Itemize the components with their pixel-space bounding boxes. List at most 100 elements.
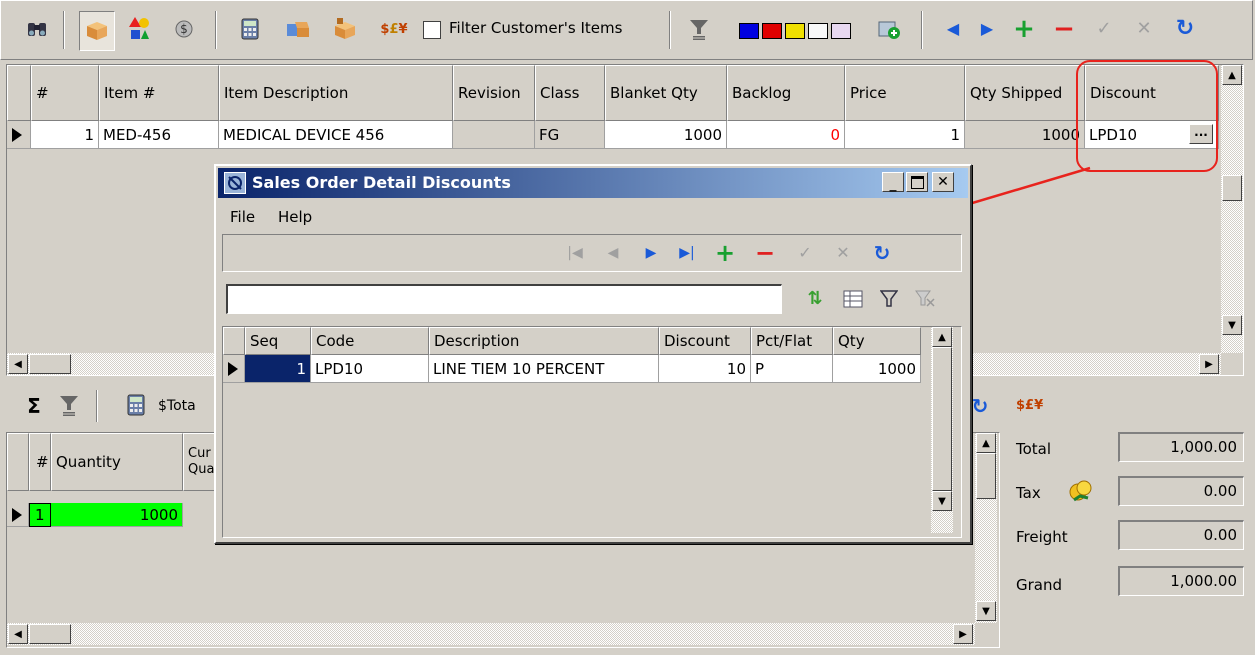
cell-description[interactable]: MEDICAL DEVICE 456 [219, 121, 453, 149]
binoculars-icon[interactable] [25, 15, 49, 43]
calculator-icon[interactable] [237, 15, 263, 43]
next-record-icon[interactable]: ▶ [639, 241, 663, 265]
tax-calc-icon[interactable] [1068, 478, 1096, 506]
scroll-up-icon[interactable]: ▲ [1222, 65, 1242, 85]
minus-icon[interactable]: − [1051, 15, 1077, 43]
release-col-quantity[interactable]: Quantity [51, 433, 183, 491]
tax-field[interactable]: 0.00 [1118, 476, 1244, 506]
freight-field[interactable]: 0.00 [1118, 520, 1244, 550]
dialog-col-pct-flat[interactable]: Pct/Flat [751, 327, 833, 355]
hscroll-thumb[interactable] [29, 354, 71, 374]
scroll-left-icon[interactable]: ◀ [8, 354, 28, 374]
scroll-right-icon[interactable]: ▶ [1199, 354, 1219, 374]
dialog-col-seq[interactable]: Seq [245, 327, 311, 355]
dialog-row-indicator[interactable] [223, 355, 245, 383]
col-header-backlog[interactable]: Backlog [727, 65, 845, 121]
add-row-icon[interactable] [875, 15, 903, 43]
dollar-icon[interactable]: $ [171, 15, 197, 43]
cell-backlog[interactable]: 0 [727, 121, 845, 149]
dialog-search-input[interactable] [226, 284, 782, 314]
release-cell-quantity[interactable]: 1000 [51, 503, 183, 527]
dialog-refresh-icon[interactable]: ↻ [869, 239, 895, 267]
sigma-icon[interactable]: Σ [22, 394, 46, 418]
grand-field[interactable]: 1,000.00 [1118, 566, 1244, 596]
dialog-cancel-icon[interactable]: ✕ [831, 241, 855, 265]
dialog-plus-icon[interactable]: + [713, 239, 737, 267]
bottom-total-label[interactable]: $Tota [158, 398, 196, 414]
release-vscroll-thumb[interactable] [976, 453, 996, 499]
release-hscrollbar[interactable] [7, 623, 975, 645]
dialog-minimize-button[interactable]: _ [882, 172, 904, 192]
release-scroll-down-icon[interactable]: ▼ [976, 601, 996, 621]
dialog-col-description[interactable]: Description [429, 327, 659, 355]
cell-qty-shipped[interactable]: 1000 [965, 121, 1085, 149]
filter-checkbox[interactable] [423, 21, 441, 39]
dialog-scroll-down-icon[interactable]: ▼ [932, 491, 952, 511]
dialog-col-code[interactable]: Code [311, 327, 429, 355]
dialog-minus-icon[interactable]: − [753, 239, 777, 267]
filter-icon[interactable] [685, 15, 713, 43]
col-header-revision[interactable]: Revision [453, 65, 535, 121]
bottom-calculator-icon[interactable] [124, 392, 148, 418]
menu-file[interactable]: File [230, 208, 255, 226]
cell-num[interactable]: 1 [31, 121, 99, 149]
dialog-cell-code[interactable]: LPD10 [311, 355, 429, 383]
release-hscroll-thumb[interactable] [29, 624, 71, 644]
col-header-price[interactable]: Price [845, 65, 965, 121]
dialog-scroll-up-icon[interactable]: ▲ [932, 327, 952, 347]
release-scroll-left-icon[interactable]: ◀ [8, 624, 28, 644]
sort-icon[interactable]: ⇅ [802, 286, 828, 312]
cell-class[interactable]: FG [535, 121, 605, 149]
first-record-icon[interactable]: |◀ [563, 241, 587, 265]
prev-icon[interactable]: ◀ [941, 17, 965, 41]
box-icon[interactable] [329, 15, 359, 43]
scroll-down-icon[interactable]: ▼ [1222, 315, 1242, 335]
plus-icon[interactable]: + [1011, 15, 1037, 43]
shapes-icon[interactable] [125, 15, 153, 43]
cart-icon[interactable] [283, 15, 313, 43]
prev-record-icon[interactable]: ◀ [601, 241, 625, 265]
clear-filter-icon[interactable] [912, 286, 938, 312]
cell-revision[interactable] [453, 121, 535, 149]
total-field[interactable]: 1,000.00 [1118, 432, 1244, 462]
release-col-num[interactable]: # [29, 433, 51, 491]
refresh-partial-icon[interactable]: ↻ [970, 394, 990, 418]
dialog-cell-description[interactable]: LINE TIEM 10 PERCENT [429, 355, 659, 383]
col-header-qty-shipped[interactable]: Qty Shipped [965, 65, 1085, 121]
currency-icon[interactable]: $ £ ¥ [375, 15, 413, 43]
dialog-close-button[interactable]: ✕ [932, 172, 954, 192]
main-grid-vscrollbar[interactable] [1221, 65, 1243, 353]
grid-view-icon[interactable] [840, 286, 866, 312]
bottom-filter-icon[interactable] [56, 392, 82, 418]
color-swatches-icon[interactable] [739, 23, 853, 39]
col-header-item[interactable]: Item # [99, 65, 219, 121]
cancel-icon[interactable]: ✕ [1131, 15, 1157, 43]
release-scroll-up-icon[interactable]: ▲ [976, 433, 996, 453]
cell-blanket-qty[interactable]: 1000 [605, 121, 727, 149]
dialog-col-discount[interactable]: Discount [659, 327, 751, 355]
release-scroll-right-icon[interactable]: ▶ [953, 624, 973, 644]
cell-item[interactable]: MED-456 [99, 121, 219, 149]
release-cell-num[interactable]: 1 [29, 503, 51, 527]
vscroll-thumb[interactable] [1222, 175, 1242, 201]
col-header-class[interactable]: Class [535, 65, 605, 121]
menu-help[interactable]: Help [278, 208, 312, 226]
cell-price[interactable]: 1 [845, 121, 965, 149]
dialog-title-bar[interactable]: Sales Order Detail Discounts _ ✕ [218, 168, 968, 198]
last-record-icon[interactable]: ▶| [675, 241, 699, 265]
row-indicator[interactable] [7, 121, 31, 149]
dialog-cell-seq[interactable]: 1 [245, 355, 311, 383]
col-header-blanket-qty[interactable]: Blanket Qty [605, 65, 727, 121]
filter-customer-items-label[interactable]: Filter Customer's Items [449, 19, 622, 37]
release-col-cur-qua[interactable]: Cur Qua [183, 433, 217, 491]
release-row-indicator[interactable] [7, 503, 29, 527]
package-icon[interactable] [79, 11, 115, 51]
dialog-cell-pct-flat[interactable]: P [751, 355, 833, 383]
col-header-description[interactable]: Item Description [219, 65, 453, 121]
dialog-vscroll-thumb[interactable] [932, 347, 952, 491]
dialog-cell-qty[interactable]: 1000 [833, 355, 921, 383]
col-header-num[interactable]: # [31, 65, 99, 121]
dialog-maximize-button[interactable] [906, 172, 928, 192]
dialog-filter-icon[interactable] [876, 286, 902, 312]
dialog-check-icon[interactable]: ✓ [793, 241, 817, 265]
